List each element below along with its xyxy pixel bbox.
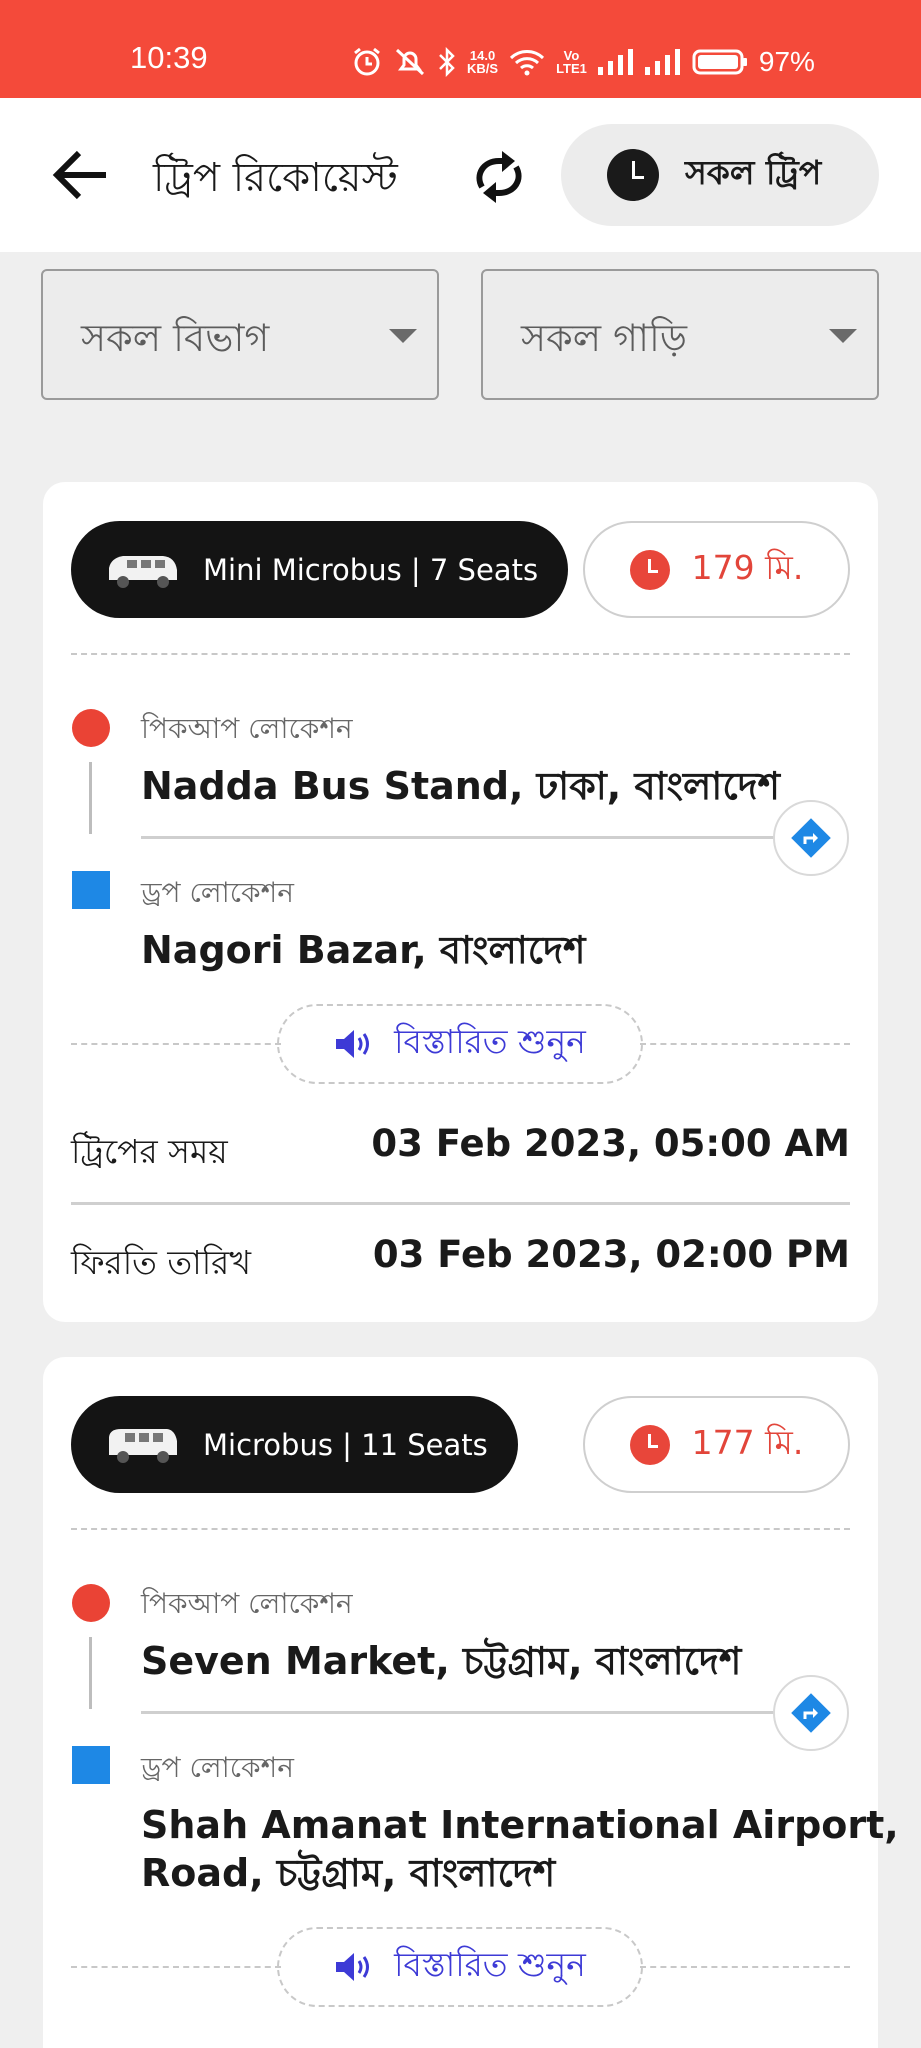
- pickup-location: Nadda Bus Stand, ঢাকা, বাংলাদেশ: [141, 764, 781, 808]
- drop-marker-icon: [72, 871, 110, 909]
- navigate-button[interactable]: [773, 800, 849, 876]
- route-line: [89, 762, 92, 834]
- alarm-icon: [354, 47, 380, 76]
- directions-icon: [791, 1693, 831, 1733]
- drop-caption: ড্রপ লোকেশন: [141, 876, 294, 909]
- status-icons: 14.0 KB/S Vo LTE1 97%: [352, 40, 815, 84]
- page-title: ট্রিপ রিকোয়েস্ট: [153, 155, 398, 201]
- drop-location-line2: Road, চট্টগ্রাম, বাংলাদেশ: [141, 1851, 556, 1895]
- trip-card[interactable]: Mini Microbus | 7 Seats 179 মি. পিকআপ লো…: [43, 482, 878, 1322]
- van-icon: [109, 1428, 177, 1463]
- vehicle-badge: Microbus | 11 Seats: [71, 1396, 518, 1493]
- listen-label: বিস্তারিত শুনুন: [394, 1022, 586, 1061]
- trip-time-label: ট্রিপের সময়: [71, 1132, 228, 1171]
- speaker-icon: [336, 1030, 370, 1058]
- net-speed: 14.0 KB/S: [467, 48, 499, 76]
- vehicle-filter-label: সকল গাড়ি: [521, 316, 688, 360]
- all-trips-button[interactable]: সকল ট্রিপ: [561, 124, 879, 226]
- division-filter-dropdown[interactable]: সকল বিভাগ: [41, 269, 439, 400]
- listen-details-button[interactable]: বিস্তারিত শুনুন: [277, 1927, 643, 2007]
- signal-icon: [597, 49, 633, 75]
- pickup-location: Seven Market, চট্টগ্রাম, বাংলাদেশ: [141, 1639, 742, 1683]
- listen-row: বিস্তারিত শুনুন: [71, 1927, 850, 2007]
- navigate-button[interactable]: [773, 1675, 849, 1751]
- pickup-marker-icon: [72, 709, 110, 747]
- refresh-icon: [476, 151, 522, 203]
- arrow-left-icon: [52, 150, 106, 200]
- pickup-caption: পিকআপ লোকেশন: [141, 712, 353, 745]
- location-separator: [141, 1711, 776, 1714]
- eta-text: 179 মি.: [691, 547, 804, 587]
- volte-icon: Vo LTE1: [556, 48, 587, 76]
- app-bar: ট্রিপ রিকোয়েস্ট সকল ট্রিপ: [0, 98, 921, 252]
- trip-card[interactable]: Microbus | 11 Seats 177 মি. পিকআপ লোকেশন…: [43, 1357, 899, 2048]
- eta-text: 177 মি.: [691, 1422, 804, 1462]
- return-date-value: 03 Feb 2023, 02:00 PM: [372, 1233, 850, 1276]
- all-trips-label: সকল ট্রিপ: [685, 153, 822, 192]
- caret-down-icon: [389, 329, 417, 343]
- vehicle-label: Microbus | 11 Seats: [203, 1427, 488, 1462]
- vehicle-badge: Mini Microbus | 7 Seats: [71, 521, 569, 618]
- info-separator: [71, 1202, 850, 1205]
- back-button[interactable]: [48, 143, 112, 207]
- drop-marker-icon: [72, 1746, 110, 1784]
- clock-icon: [629, 549, 670, 590]
- vehicle-filter-dropdown[interactable]: সকল গাড়ি: [481, 269, 879, 400]
- status-time: 10:39: [130, 40, 208, 75]
- refresh-button[interactable]: [466, 144, 532, 210]
- status-bar: 10:39 14.0 KB/S Vo LTE1 97%: [0, 0, 921, 98]
- drop-location: Nagori Bazar, বাংলাদেশ: [141, 928, 586, 972]
- listen-label: বিস্তারিত শুনুন: [394, 1945, 586, 1984]
- caret-down-icon: [829, 329, 857, 343]
- battery-percent: 97%: [758, 46, 815, 77]
- location-separator: [141, 836, 776, 839]
- listen-row: বিস্তারিত শুনুন: [71, 1004, 850, 1084]
- mute-icon: [395, 48, 425, 76]
- listen-details-button[interactable]: বিস্তারিত শুনুন: [277, 1004, 643, 1084]
- signal-icon-2: [644, 49, 680, 75]
- speaker-icon: [336, 1953, 370, 1981]
- pickup-marker-icon: [72, 1584, 110, 1622]
- eta-badge: 177 মি.: [583, 1396, 850, 1493]
- wifi-icon: [510, 50, 545, 76]
- route-line: [89, 1637, 92, 1709]
- drop-caption: ড্রপ লোকেশন: [141, 1751, 294, 1784]
- bluetooth-icon: [439, 47, 455, 77]
- trip-time-value: 03 Feb 2023, 05:00 AM: [371, 1122, 850, 1165]
- vehicle-label: Mini Microbus | 7 Seats: [203, 552, 539, 587]
- eta-badge: 179 মি.: [583, 521, 850, 618]
- drop-location-line1: Shah Amanat International Airport,: [141, 1803, 899, 1847]
- divider: [71, 653, 850, 655]
- clock-icon: [607, 149, 659, 201]
- clock-icon: [629, 1424, 670, 1465]
- pickup-caption: পিকআপ লোকেশন: [141, 1587, 353, 1620]
- directions-icon: [791, 818, 831, 858]
- return-date-label: ফিরতি তারিখ: [71, 1243, 251, 1282]
- divider: [71, 1528, 850, 1530]
- division-filter-label: সকল বিভাগ: [81, 316, 270, 360]
- battery-icon: [692, 49, 747, 75]
- van-icon: [109, 555, 177, 588]
